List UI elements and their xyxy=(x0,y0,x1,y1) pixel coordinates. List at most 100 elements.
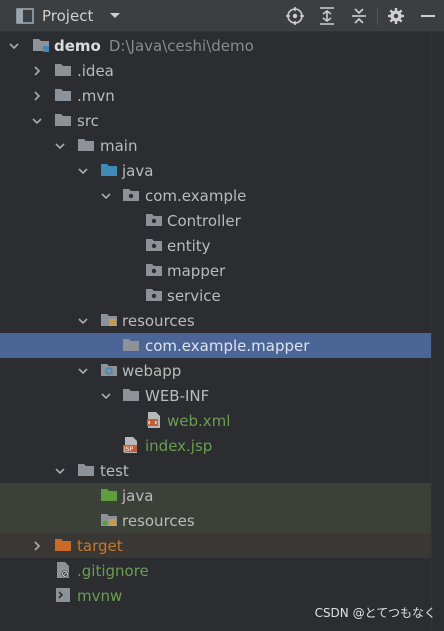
excluded-folder-icon xyxy=(55,539,71,551)
svg-text:JSP: JSP xyxy=(123,446,134,453)
jsp-file-icon: JSP xyxy=(123,437,137,453)
tree-label: demo D:\Java\ceshi\demo xyxy=(54,37,254,55)
root-path: D:\Java\ceshi\demo xyxy=(108,36,254,55)
chevron-down-icon[interactable] xyxy=(54,140,66,152)
tree-label: .idea xyxy=(77,61,114,80)
project-tree: demo D:\Java\ceshi\demo .idea .mvn src ma… xyxy=(0,32,444,631)
tree-row-resources[interactable]: resources xyxy=(0,308,432,333)
tree-label: src xyxy=(77,111,99,130)
tree-label: resources xyxy=(122,311,195,330)
tree-row-java[interactable]: java xyxy=(0,158,432,183)
folder-icon xyxy=(55,89,71,101)
hide-button[interactable] xyxy=(412,0,444,31)
tree-row-service[interactable]: service xyxy=(0,283,432,308)
module-folder-icon xyxy=(33,39,49,52)
tree-row-webapp[interactable]: webapp xyxy=(0,358,432,383)
tree-label: test xyxy=(100,461,129,480)
toolbar-title: Project xyxy=(42,6,94,25)
tree-row-idea[interactable]: .idea xyxy=(0,58,432,83)
chevron-down-icon[interactable] xyxy=(100,390,112,402)
chevron-down-icon[interactable] xyxy=(77,365,89,377)
tree-row-main[interactable]: main xyxy=(0,133,432,158)
tree-row-src[interactable]: src xyxy=(0,108,432,133)
collapse-all-button[interactable] xyxy=(343,0,375,31)
chevron-right-icon[interactable] xyxy=(31,90,43,102)
xml-file-icon xyxy=(147,412,160,428)
shell-script-icon xyxy=(56,588,70,602)
tree-label: java xyxy=(122,161,154,180)
folder-icon xyxy=(123,389,139,401)
ignore-file-icon xyxy=(57,562,69,578)
chevron-down-icon[interactable] xyxy=(54,465,66,477)
tree-label: .mvn xyxy=(77,86,115,105)
tree-row-web-inf[interactable]: WEB-INF xyxy=(0,383,432,408)
package-icon xyxy=(146,239,162,251)
minimize-icon xyxy=(421,14,435,17)
folder-icon xyxy=(123,339,139,351)
folder-icon xyxy=(78,139,94,151)
expand-all-button[interactable] xyxy=(311,0,343,31)
tree-row-gitignore[interactable]: .gitignore xyxy=(0,558,432,583)
locate-button[interactable] xyxy=(279,0,311,31)
folder-icon xyxy=(55,114,71,126)
root-name: demo xyxy=(54,36,101,55)
tree-label: index.jsp xyxy=(145,436,213,455)
expand-all-icon xyxy=(320,6,334,25)
tree-label: entity xyxy=(167,236,211,255)
folder-icon xyxy=(55,64,71,76)
tree-row-index-jsp[interactable]: JSP index.jsp xyxy=(0,433,432,458)
project-toolbar: Project xyxy=(0,0,444,32)
resources-folder-icon xyxy=(101,314,117,326)
chevron-down-icon[interactable] xyxy=(77,315,89,327)
vertical-scrollbar[interactable] xyxy=(431,32,444,631)
tree-row-demo[interactable]: demo D:\Java\ceshi\demo xyxy=(0,33,432,58)
tree-label: resources xyxy=(122,511,195,530)
tree-label: webapp xyxy=(122,361,182,380)
settings-button[interactable] xyxy=(380,0,412,31)
package-icon xyxy=(146,289,162,301)
chevron-right-icon[interactable] xyxy=(31,540,43,552)
chevron-right-icon[interactable] xyxy=(31,65,43,77)
tree-row-mapper[interactable]: mapper xyxy=(0,258,432,283)
project-view-selector[interactable]: Project xyxy=(0,0,121,31)
tree-label: Controller xyxy=(167,211,241,230)
tree-label: mvnw xyxy=(77,586,123,605)
chevron-down-icon[interactable] xyxy=(31,115,43,127)
tree-row-com-example[interactable]: com.example xyxy=(0,183,432,208)
tree-label: java xyxy=(122,486,154,505)
collapse-all-icon xyxy=(352,7,366,24)
tree-row-test-resources[interactable]: resources xyxy=(0,508,432,533)
toolbar-actions xyxy=(279,0,444,31)
project-window-icon xyxy=(16,7,34,24)
tree-label: com.example.mapper xyxy=(145,336,310,355)
test-resources-folder-icon xyxy=(101,514,117,526)
tree-label: service xyxy=(167,286,221,305)
chevron-down-icon[interactable] xyxy=(8,40,20,52)
tree-label: web.xml xyxy=(167,411,231,430)
package-icon xyxy=(146,264,162,276)
tree-row-entity[interactable]: entity xyxy=(0,233,432,258)
tree-label: target xyxy=(77,536,123,555)
tree-row-target[interactable]: target xyxy=(0,533,432,558)
folder-icon xyxy=(78,464,94,476)
tree-label: WEB-INF xyxy=(145,386,210,405)
tree-row-test[interactable]: test xyxy=(0,458,432,483)
web-folder-icon xyxy=(101,364,117,376)
tree-row-test-java[interactable]: java xyxy=(0,483,432,508)
package-icon xyxy=(146,214,162,226)
chevron-down-icon[interactable] xyxy=(100,190,112,202)
tree-label: main xyxy=(100,136,138,155)
locate-icon xyxy=(286,6,304,25)
tree-label: com.example xyxy=(145,186,247,205)
chevron-down-icon[interactable] xyxy=(109,12,121,20)
source-folder-icon xyxy=(101,164,117,176)
tree-row-com-example-mapper[interactable]: com.example.mapper xyxy=(0,333,432,358)
package-icon xyxy=(123,189,139,201)
tree-label: .gitignore xyxy=(77,561,149,580)
tree-row-web-xml[interactable]: web.xml xyxy=(0,408,432,433)
tree-row-controller[interactable]: Controller xyxy=(0,208,432,233)
tree-row-mvn[interactable]: .mvn xyxy=(0,83,432,108)
chevron-down-icon[interactable] xyxy=(77,165,89,177)
toolbar-divider xyxy=(377,6,378,25)
gear-icon xyxy=(388,7,404,24)
